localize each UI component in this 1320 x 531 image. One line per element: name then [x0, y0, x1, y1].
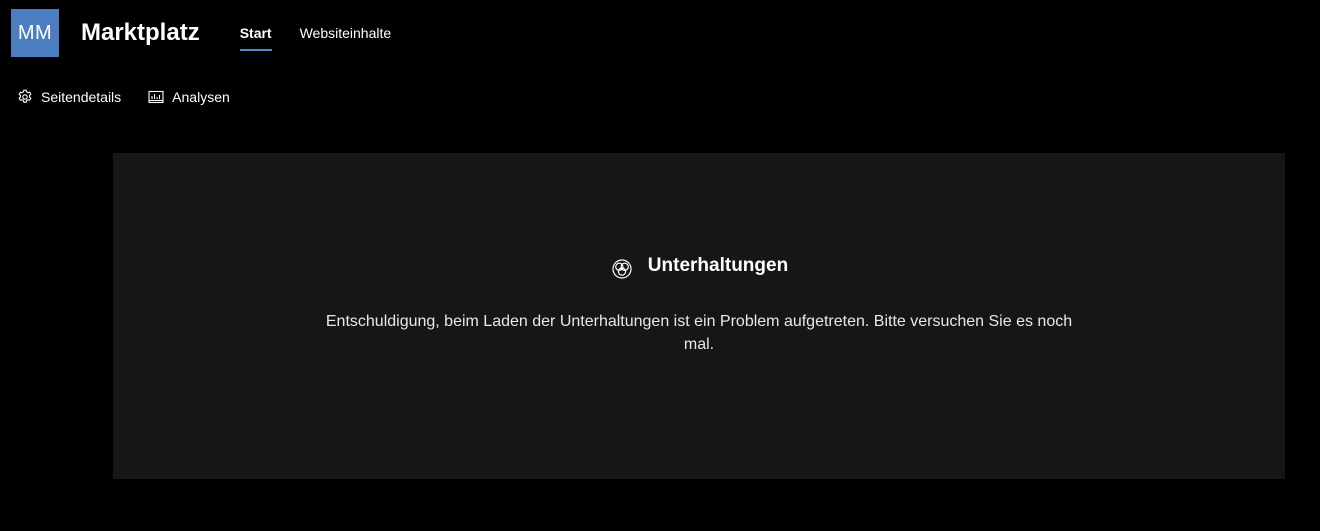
error-message: Entschuldigung, beim Laden der Unterhalt…: [325, 313, 1073, 353]
analytics-icon: [148, 89, 164, 105]
site-header: MM Marktplatz Start Websiteinhalte: [11, 9, 419, 57]
conversations-title: Unterhaltungen: [647, 255, 789, 276]
site-avatar[interactable]: MM: [11, 9, 59, 57]
conversations-icon: [610, 257, 634, 281]
nav-item-start[interactable]: Start: [239, 19, 272, 51]
page-details-button[interactable]: Seitendetails: [17, 89, 121, 105]
analytics-button[interactable]: Analysen: [148, 89, 230, 105]
page-details-label: Seitendetails: [41, 89, 122, 105]
gear-icon: [17, 89, 33, 105]
site-title[interactable]: Marktplatz: [81, 19, 200, 47]
analytics-label: Analysen: [172, 89, 230, 105]
conversations-panel: Unterhaltungen Entschuldigung, beim Lade…: [113, 153, 1285, 479]
conversations-heading: Unterhaltungen: [113, 251, 1285, 281]
nav-item-websiteinhalte[interactable]: Websiteinhalte: [300, 19, 392, 47]
page: MM Marktplatz Start Websiteinhalte Seite…: [0, 0, 1320, 531]
command-bar: Seitendetails Analysen: [17, 86, 257, 108]
site-navigation: Start Websiteinhalte: [239, 9, 419, 57]
